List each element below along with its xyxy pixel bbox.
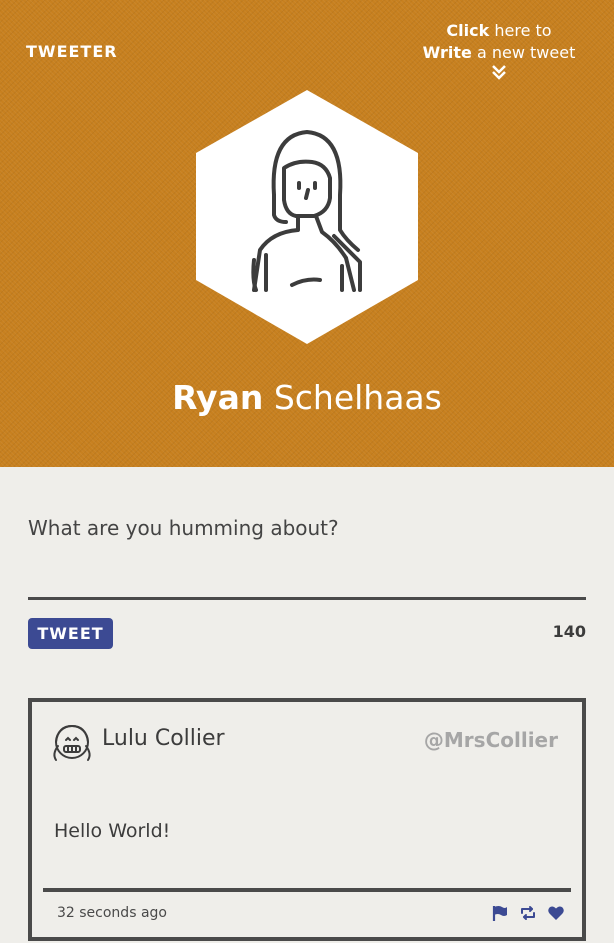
heart-icon[interactable] [547,904,565,922]
profile-name: Ryan Schelhaas [0,378,614,417]
tweet-author-handle[interactable]: @MrsCollier [424,728,558,752]
tweet-text: Hello World! [54,820,171,842]
profile-header: TWEETER Click here to Write a new tweet [0,0,614,467]
girl-braces-avatar-icon[interactable] [50,720,94,764]
app-logo[interactable]: TWEETER [26,42,118,61]
tweet-actions [491,904,565,922]
compose-hint-text-2: a new tweet [471,43,576,62]
compose-hint-line-1: Click here to [414,20,584,42]
chevron-double-down-icon [492,65,506,80]
compose-input[interactable] [28,510,586,546]
girl-avatar-icon [196,90,418,344]
profile-first-name: Ryan [172,378,264,417]
compose-hint-text-1: here to [489,21,552,40]
tweet-button[interactable]: TWEET [28,618,113,649]
character-count: 140 [552,622,586,641]
tweet-author-name[interactable]: Lulu Collier [102,726,225,751]
flag-icon[interactable] [491,904,509,922]
compose-hint-link[interactable]: Click here to Write a new tweet [414,20,584,80]
profile-last-name: Schelhaas [263,378,442,417]
tweet-footer: 32 seconds ago [43,888,571,933]
profile-avatar [196,90,418,344]
compose-hint-bold-2: Write [422,43,472,62]
tweet-timestamp: 32 seconds ago [57,905,167,921]
compose-hint-line-2: Write a new tweet [414,42,584,64]
compose-area [28,510,586,600]
tweet-card: Lulu Collier @MrsCollier Hello World! 32… [28,698,586,941]
compose-hint-bold-1: Click [446,21,490,40]
retweet-icon[interactable] [519,904,537,922]
